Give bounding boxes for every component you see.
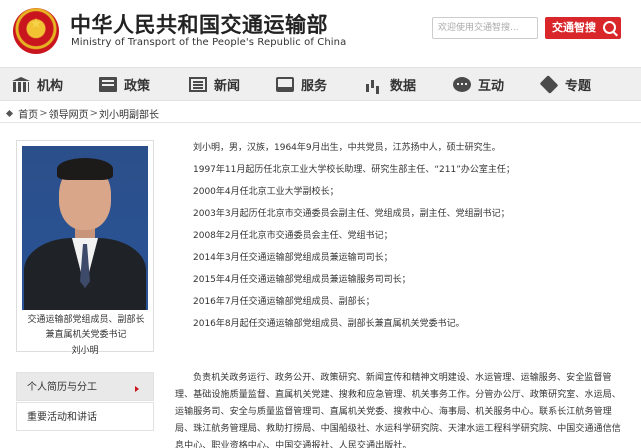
institution-icon <box>12 77 30 92</box>
breadcrumb-leaders[interactable]: 领导网页 <box>49 110 89 121</box>
breadcrumb-current: 刘小明副部长 <box>98 110 159 121</box>
nav-item-data[interactable]: 数据 <box>365 68 416 101</box>
bio-line: 2003年3月起历任北京市交通委员会副主任、党组成员，副主任、党组副书记； <box>193 209 510 219</box>
nav-item-institution[interactable]: 机构 <box>12 68 63 101</box>
arrow-right-icon <box>135 386 139 392</box>
profile-title-line2: 兼直属机关党委书记 <box>45 330 127 340</box>
nav-label: 机构 <box>37 79 64 94</box>
bio-line: 2015年4月任交通运输部党组成员兼运输服务司司长； <box>193 275 411 285</box>
nav-label: 服务 <box>301 79 328 94</box>
site-header: ★ 中华人民共和国交通运输部 Ministry of Transport of … <box>0 0 641 62</box>
side-menu-label: 个人简历与分工 <box>27 382 97 393</box>
magnifier-icon <box>603 21 616 34</box>
nav-item-service[interactable]: 服务 <box>276 68 327 101</box>
nav-label: 政策 <box>124 79 151 94</box>
breadcrumb-separator: > <box>89 108 98 119</box>
profile-title-line1: 交通运输部党组成员、副部长 <box>27 315 145 325</box>
search-input[interactable] <box>432 17 538 39</box>
topic-icon <box>539 75 559 94</box>
duties-paragraph: 负责机关政务运行、政务公开、政策研究、新闻宣传和精神文明建设、水运管理、运输服务… <box>175 373 621 448</box>
side-menu: 个人简历与分工 重要活动和讲话 <box>16 372 154 431</box>
bio-line: 2016年7月任交通运输部党组成员、副部长； <box>193 297 375 307</box>
site-title-en: Ministry of Transport of the People's Re… <box>71 37 347 48</box>
profile-card: 交通运输部党组成员、副部长 兼直属机关党委书记 <box>16 140 154 352</box>
nav-item-policy[interactable]: 政策 <box>99 68 150 101</box>
side-menu-activities[interactable]: 重要活动和讲话 <box>16 402 154 431</box>
interaction-icon <box>453 77 471 92</box>
profile-photo <box>22 146 148 310</box>
bio-line: 刘小明，男，汉族，1964年9月出生，中共党员，江苏扬中人，硕士研究生。 <box>193 143 501 153</box>
site-title[interactable]: 中华人民共和国交通运输部 <box>70 9 328 39</box>
nav-label: 数据 <box>390 79 417 94</box>
biography: 刘小明，男，汉族，1964年9月出生，中共党员，江苏扬中人，硕士研究生。 199… <box>193 137 633 335</box>
breadcrumb-separator: > <box>39 108 48 119</box>
data-icon <box>365 77 383 92</box>
bio-line: 2014年3月任交通运输部党组成员兼运输司司长； <box>193 253 393 263</box>
breadcrumb: 首页>领导网页>刘小明副部长 <box>5 106 159 121</box>
nav-label: 互动 <box>478 79 505 94</box>
nav-label: 新闻 <box>214 79 241 94</box>
smart-search-button[interactable]: 交通智搜 <box>545 17 621 39</box>
nav-item-topic[interactable]: 专题 <box>539 68 592 101</box>
bio-line: 2008年2月任北京市交通委员会主任、党组书记； <box>193 231 393 241</box>
smart-search-label: 交通智搜 <box>552 21 596 34</box>
nav-item-interaction[interactable]: 互动 <box>453 68 504 101</box>
bio-line: 2000年4月任北京工业大学副校长； <box>193 187 339 197</box>
nav-item-news[interactable]: 新闻 <box>189 68 240 101</box>
policy-icon <box>99 77 117 92</box>
nav-label: 专题 <box>565 79 592 94</box>
home-icon <box>5 109 14 118</box>
bio-line: 2016年8月起任交通运输部党组成员、副部长兼直属机关党委书记。 <box>193 319 465 329</box>
bio-line: 1997年11月起历任北京工业大学校长助理、研究生部主任、“211”办公室主任； <box>193 165 515 175</box>
service-icon <box>276 77 294 92</box>
breadcrumb-home[interactable]: 首页 <box>18 110 38 121</box>
national-emblem-icon[interactable]: ★ <box>13 8 59 54</box>
profile-name: 刘小明 <box>71 346 99 356</box>
side-menu-resume[interactable]: 个人简历与分工 <box>16 372 154 401</box>
main-nav: 机构 政策 新闻 服务 数据 互动 专题 <box>0 67 641 101</box>
breadcrumb-divider <box>0 122 641 123</box>
side-menu-label: 重要活动和讲话 <box>27 412 97 423</box>
news-icon <box>189 77 207 92</box>
